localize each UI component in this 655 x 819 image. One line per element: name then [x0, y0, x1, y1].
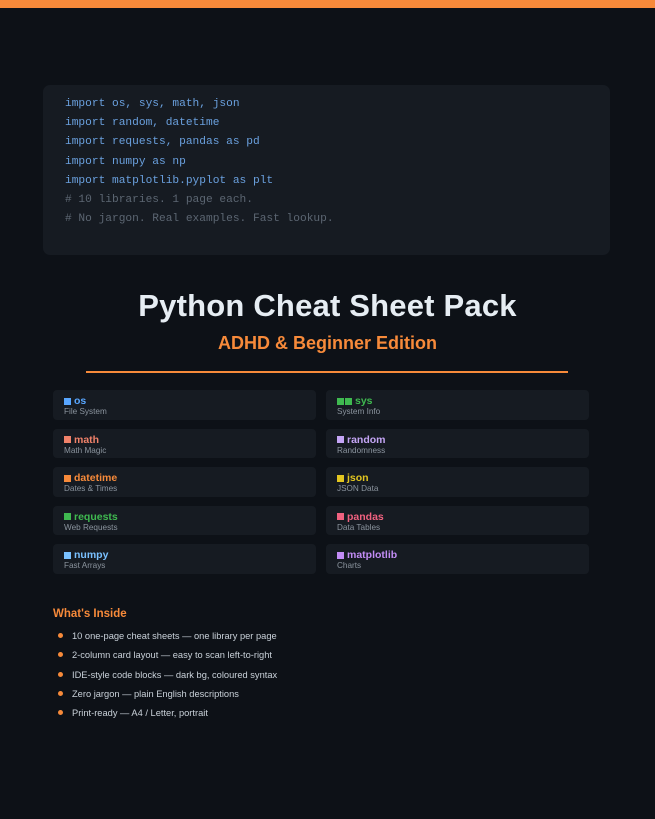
library-card-title: math — [64, 434, 316, 446]
page-subtitle: ADHD & Beginner Edition — [218, 333, 437, 353]
color-square-icon — [64, 513, 71, 520]
color-square-icon — [337, 513, 344, 520]
whats-inside-list: 10 one-page cheat sheets — one library p… — [58, 630, 277, 726]
code-import-line: import matplotlib.pyplot as plt — [65, 174, 274, 187]
library-card-title: requests — [64, 511, 316, 523]
library-name: numpy — [74, 549, 109, 561]
library-name: datetime — [74, 472, 118, 484]
whats-inside-heading: What's Inside — [53, 608, 127, 620]
list-item: 2-column card layout — easy to scan left… — [58, 649, 277, 668]
library-card-title: sys — [337, 395, 589, 407]
title-divider — [86, 371, 568, 373]
library-card-title: numpy — [64, 549, 316, 561]
library-card-title: pandas — [337, 511, 589, 523]
library-card-title: matplotlib — [337, 549, 589, 561]
library-description: Fast Arrays — [64, 561, 106, 570]
library-description: Data Tables — [337, 522, 381, 532]
color-square-icon — [64, 436, 71, 443]
code-import-line: import random, datetime — [65, 117, 220, 130]
library-card-requests: requests Web Requests — [53, 505, 316, 535]
library-description: JSON Data — [337, 484, 379, 493]
list-item: IDE-style code blocks — dark bg, coloure… — [58, 669, 277, 688]
library-description: Math Magic — [64, 445, 107, 455]
list-item-text: Zero jargon — plain English descriptions — [72, 688, 239, 699]
list-item-text: IDE-style code blocks — dark bg, coloure… — [72, 669, 278, 680]
library-name: sys — [355, 395, 373, 407]
color-square-icon — [337, 397, 344, 405]
code-import-line: import requests, pandas as pd — [65, 136, 260, 149]
code-import-line: import os, sys, math, json — [65, 98, 240, 110]
library-name: pandas — [347, 510, 384, 523]
library-card-title: random — [337, 434, 589, 446]
library-name: os — [74, 395, 87, 407]
library-card-numpy: numpy Fast Arrays — [53, 544, 316, 574]
bullet-icon — [58, 652, 63, 658]
list-item: Print-ready — A4 / Letter, portrait — [58, 707, 277, 726]
library-name: random — [347, 433, 386, 446]
library-card-title: json — [337, 472, 589, 484]
library-name: json — [347, 472, 369, 484]
library-card-pandas: pandas Data Tables — [326, 505, 589, 535]
library-name: matplotlib — [347, 549, 398, 561]
color-square-icon — [337, 474, 344, 482]
library-card-random: random Randomness — [326, 428, 589, 458]
bullet-icon — [58, 633, 63, 638]
top-accent-bar — [0, 0, 655, 8]
list-item-text: 2-column card layout — easy to scan left… — [72, 650, 272, 661]
library-card-datetime: datetime Dates & Times — [53, 467, 316, 497]
color-square-icon — [64, 397, 71, 405]
library-description: Web Requests — [64, 522, 118, 532]
library-card-grid: os File System sys System Info math Math Magi… — [53, 390, 589, 574]
library-card-os: os File System — [53, 390, 316, 420]
color-square-icon — [337, 436, 344, 443]
library-description: Charts — [337, 561, 362, 570]
color-square-icon — [64, 474, 71, 482]
list-item: Zero jargon — plain English descriptions — [58, 688, 277, 707]
code-block: import os, sys, math, json import random,… — [43, 85, 610, 255]
bullet-icon — [58, 690, 63, 696]
list-item-text: 10 one-page cheat sheets — one library p… — [72, 631, 277, 641]
library-card-matplotlib: matplotlib Charts — [326, 544, 589, 574]
library-card-title: os — [64, 395, 316, 407]
code-import-line: import numpy as np — [65, 155, 186, 168]
list-item-text: Print-ready — A4 / Letter, portrait — [72, 708, 208, 719]
library-name: math — [74, 433, 100, 446]
library-description: System Info — [337, 407, 381, 416]
color-square-icon — [64, 551, 71, 559]
library-description: File System — [64, 407, 107, 416]
page-title: Python Cheat Sheet Pack — [138, 288, 517, 323]
library-description: Dates & Times — [64, 484, 118, 493]
library-card-json: json JSON Data — [326, 467, 589, 497]
library-card-title: datetime — [64, 472, 316, 484]
code-comment-line: # No jargon. Real examples. Fast lookup. — [65, 213, 334, 226]
bullet-icon — [58, 671, 63, 677]
list-item: 10 one-page cheat sheets — one library p… — [58, 630, 277, 649]
color-square-icon — [345, 397, 352, 405]
library-description: Randomness — [337, 445, 386, 455]
library-card-sys: sys System Info — [326, 390, 589, 420]
code-comment-line: # 10 libraries. 1 page each. — [65, 194, 253, 207]
bullet-icon — [58, 710, 63, 716]
color-square-icon — [337, 551, 344, 559]
library-name: requests — [74, 510, 118, 523]
library-card-math: math Math Magic — [53, 428, 316, 458]
